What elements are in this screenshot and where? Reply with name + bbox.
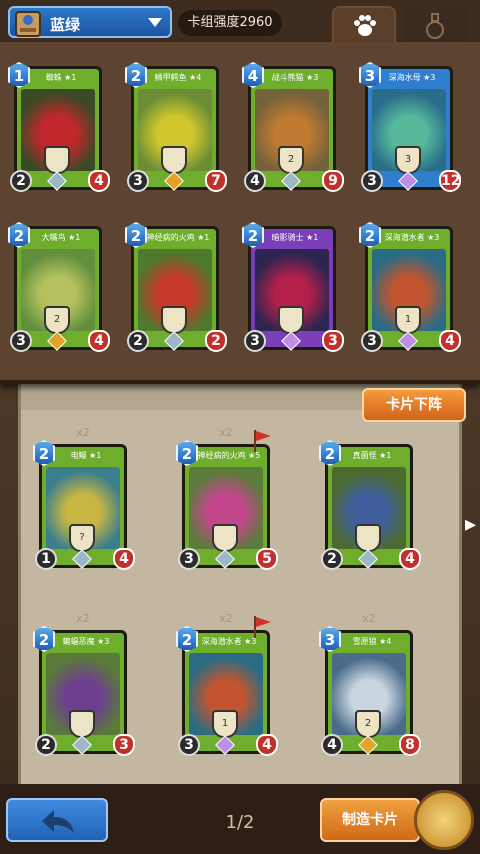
- card[interactable]: 真菌怪 ★1 2 2 4: [319, 440, 421, 572]
- card-attack: 4: [244, 170, 266, 192]
- deck-strength-label: 卡组强度2960: [178, 10, 282, 36]
- card[interactable]: 大嘴鸟 ★1 2 2 3 4: [8, 222, 110, 354]
- ability-badge: [69, 710, 95, 738]
- card-health: 2: [205, 330, 227, 352]
- ability-badge: 1: [212, 710, 238, 738]
- paw-icon: [354, 15, 376, 36]
- tab-creatures[interactable]: [332, 6, 396, 44]
- card-attack: 2: [321, 548, 343, 570]
- card-title: 神经病的火鸡 ★1: [146, 233, 210, 242]
- deck-builder-screen: 蓝绿 卡组强度2960 蜘蛛 ★1 1 2 4 鳞甲鳄鱼 ★4 2 3 7 战斗熊猫 ★3 2 4 4…: [0, 0, 480, 854]
- card-health: 7: [205, 170, 227, 192]
- ability-badge: [161, 146, 187, 174]
- potion-icon: [426, 13, 444, 39]
- card-title: 真菌怪 ★1: [352, 451, 392, 460]
- card-health: 12: [439, 170, 461, 192]
- back-button[interactable]: [6, 798, 108, 842]
- card[interactable]: 深海水母 ★3 3 3 3 12: [359, 62, 461, 194]
- deck-selector[interactable]: 蓝绿: [8, 6, 172, 38]
- card-attack: 2: [10, 170, 32, 192]
- card-attack: 3: [244, 330, 266, 352]
- ability-badge: 2: [355, 710, 381, 738]
- back-arrow-icon: [42, 810, 74, 833]
- card-attack: 2: [35, 734, 57, 756]
- page-indicator: 1/2: [225, 812, 255, 833]
- card[interactable]: 蝙蝠恶魔 ★3 2 2 3 x2: [33, 612, 135, 758]
- chevron-right-icon[interactable]: ▸: [465, 512, 476, 537]
- collection-panel: 电鳗 ★1? 2 1 4 x2 神经病的火鸡 ★5 2 3 5 x2 真菌怪 ★1 2 2 4 蝙蝠恶魔 ★…: [18, 384, 462, 784]
- card[interactable]: 深海潜水者 ★3 1 2 3 4 x2: [176, 612, 278, 758]
- deck-box-icon: [15, 11, 41, 37]
- card[interactable]: 深海潜水者 ★3 1 2 3 4: [359, 222, 461, 354]
- flag-icon: [254, 430, 271, 452]
- card-title: 雪原狼 ★4: [352, 637, 392, 646]
- footer-bar: 1/2 制造卡片: [0, 784, 480, 854]
- chevron-down-icon: [148, 18, 162, 27]
- card-health: 4: [113, 548, 135, 570]
- deck-panel: 蜘蛛 ★1 1 2 4 鳞甲鳄鱼 ★4 2 3 7 战斗熊猫 ★3 2 4 4 9 深海水母 ★3 3 3 3 1…: [0, 42, 480, 384]
- card-attack: 4: [321, 734, 343, 756]
- card-title: 深海潜水者 ★3: [384, 233, 440, 242]
- card-copies: x2: [362, 612, 376, 625]
- ability-badge: 2: [44, 306, 70, 334]
- card-attack: 3: [10, 330, 32, 352]
- card-health: 4: [88, 330, 110, 352]
- tab-potions[interactable]: [404, 6, 468, 44]
- card-attack: 3: [127, 170, 149, 192]
- card-copies: x2: [76, 426, 90, 439]
- ability-badge: [161, 306, 187, 334]
- card-title: 鳞甲鳄鱼 ★4: [154, 73, 202, 82]
- card-title: 深海水母 ★3: [388, 73, 436, 82]
- ability-badge: [355, 524, 381, 552]
- card-title: 电鳗 ★1: [70, 451, 102, 460]
- ability-badge: 2: [278, 146, 304, 174]
- card-health: 9: [322, 170, 344, 192]
- craft-card-button[interactable]: 制造卡片: [320, 798, 420, 842]
- card-health: 4: [399, 548, 421, 570]
- card-health: 4: [256, 734, 278, 756]
- craft-potion-icon[interactable]: [414, 790, 474, 850]
- card-attack: 3: [178, 548, 200, 570]
- card-attack: 3: [361, 330, 383, 352]
- card-health: 4: [88, 170, 110, 192]
- deck-name: 蓝绿: [50, 16, 81, 34]
- card-title: 蜘蛛 ★1: [45, 73, 77, 82]
- card-copies: x2: [76, 612, 90, 625]
- ability-badge: ?: [69, 524, 95, 552]
- card-health: 3: [113, 734, 135, 756]
- ability-badge: [212, 524, 238, 552]
- collection-card-grid: 电鳗 ★1? 2 1 4 x2 神经病的火鸡 ★5 2 3 5 x2 真菌怪 ★1 2 2 4 蝙蝠恶魔 ★…: [21, 384, 465, 784]
- card[interactable]: 神经病的火鸡 ★1 2 2 2: [125, 222, 227, 354]
- card-attack: 3: [361, 170, 383, 192]
- card[interactable]: 电鳗 ★1? 2 1 4 x2: [33, 426, 135, 572]
- card[interactable]: 战斗熊猫 ★3 2 4 4 9: [242, 62, 344, 194]
- card-title: 暗影骑士 ★1: [271, 233, 319, 242]
- card[interactable]: 雪原狼 ★4 2 3 4 8 x2: [319, 612, 421, 758]
- card-attack: 1: [35, 548, 57, 570]
- card-title: 大嘴鸟 ★1: [41, 233, 81, 242]
- card-health: 4: [439, 330, 461, 352]
- deck-card-grid: 蜘蛛 ★1 1 2 4 鳞甲鳄鱼 ★4 2 3 7 战斗熊猫 ★3 2 4 4 9 深海水母 ★3 3 3 3 1…: [4, 62, 476, 382]
- card-health: 3: [322, 330, 344, 352]
- card-attack: 3: [178, 734, 200, 756]
- ability-badge: 3: [395, 146, 421, 174]
- card-title: 战斗熊猫 ★3: [271, 73, 319, 82]
- top-bar: 蓝绿 卡组强度2960: [0, 0, 480, 44]
- card[interactable]: 神经病的火鸡 ★5 2 3 5 x2: [176, 426, 278, 572]
- card[interactable]: 蜘蛛 ★1 1 2 4: [8, 62, 110, 194]
- card[interactable]: 鳞甲鳄鱼 ★4 2 3 7: [125, 62, 227, 194]
- card[interactable]: 暗影骑士 ★1 2 3 3: [242, 222, 344, 354]
- card-health: 5: [256, 548, 278, 570]
- card-title: 蝙蝠恶魔 ★3: [62, 637, 110, 646]
- remove-card-button[interactable]: 卡片下阵: [362, 388, 466, 422]
- card-attack: 2: [127, 330, 149, 352]
- card-health: 8: [399, 734, 421, 756]
- ability-badge: [278, 306, 304, 334]
- ability-badge: [44, 146, 70, 174]
- flag-icon: [254, 616, 271, 638]
- ability-badge: 1: [395, 306, 421, 334]
